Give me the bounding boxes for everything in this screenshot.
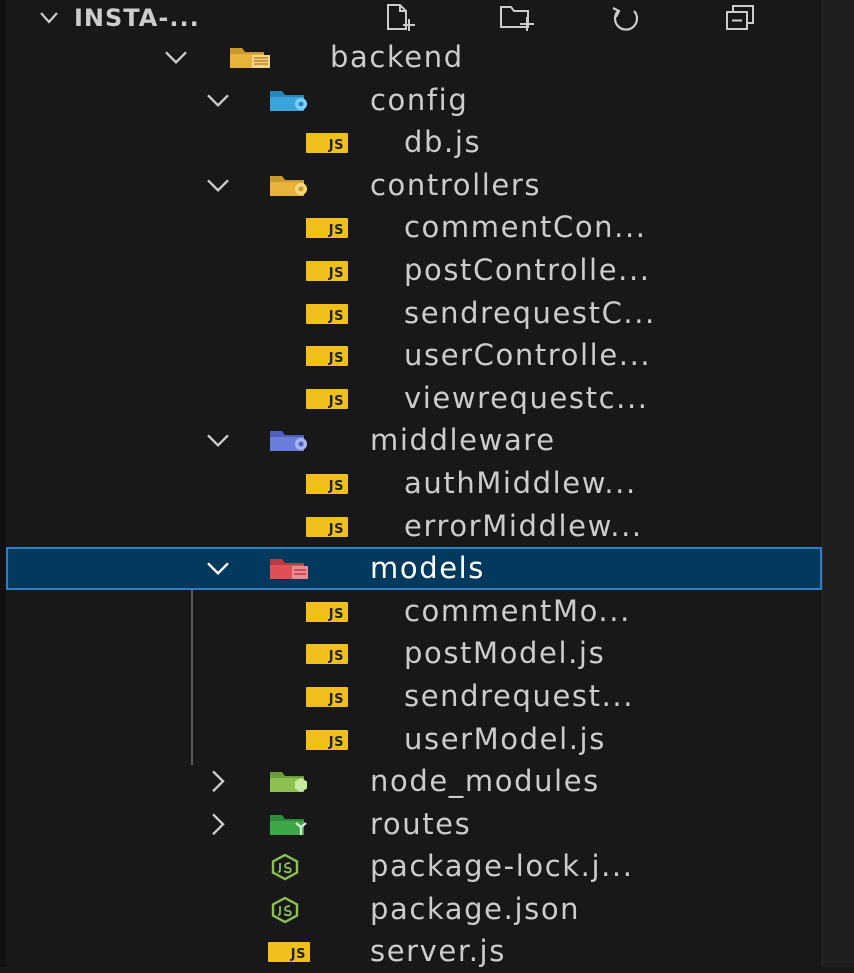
tree-item-label: postModel.js	[404, 636, 606, 671]
js-file-icon: JS	[306, 133, 348, 154]
tree-item-usercontroller[interactable]: JS userControlle...	[6, 334, 822, 377]
tree-item-label: postControlle...	[404, 252, 651, 287]
tree-item-commentmodel[interactable]: JS commentMo...	[6, 590, 822, 633]
tree-item-postcontroller[interactable]: JS postControlle...	[6, 249, 822, 292]
new-folder-icon	[500, 6, 534, 31]
tree-item-label: userControlle...	[404, 338, 652, 373]
tree-item-db-js[interactable]: JS db.js	[6, 121, 822, 164]
editor-edge	[822, 0, 854, 967]
tree-item-middleware[interactable]: middleware	[6, 419, 822, 462]
tree-item-controllers[interactable]: controllers	[6, 164, 822, 207]
tree-item-package-lock[interactable]: package-lock.j...	[6, 845, 822, 888]
tree-item-label: models	[370, 551, 486, 586]
js-file-icon: JS	[306, 260, 348, 281]
tree-item-label: middleware	[370, 423, 556, 458]
tree-item-usermodel[interactable]: JS userModel.js	[6, 718, 822, 761]
folder-controllers-icon	[270, 175, 307, 196]
tree-item-label: db.js	[404, 125, 482, 160]
collapse-all-button[interactable]	[720, 2, 760, 34]
chevron-down-icon[interactable]	[198, 547, 238, 590]
js-file-icon: JS	[306, 729, 348, 750]
new-file-icon	[387, 4, 415, 31]
tree-item-authmiddleware[interactable]: JS authMiddlew...	[6, 462, 822, 505]
collapse-all-icon	[726, 5, 754, 30]
refresh-button[interactable]	[606, 2, 646, 34]
tree-item-package-json[interactable]: package.json	[6, 888, 822, 931]
tree-item-label: controllers	[370, 167, 542, 202]
tree-item-label: commentMo...	[404, 593, 631, 628]
folder-middleware-icon	[270, 431, 307, 452]
folder-node-icon	[270, 772, 307, 793]
tree-item-viewrequestcontroller[interactable]: JS viewrequestc...	[6, 377, 822, 420]
tree-item-errormiddleware[interactable]: JS errorMiddlew...	[6, 505, 822, 548]
indent-guide	[191, 590, 193, 765]
explorer-section-header[interactable]: INSTA-...	[6, 0, 822, 40]
new-file-button[interactable]	[381, 2, 421, 34]
js-file-icon: JS	[306, 473, 348, 494]
tree-item-label: authMiddlew...	[404, 465, 637, 500]
nodejs-file-icon	[271, 896, 299, 924]
tree-item-label: node_modules	[370, 764, 600, 799]
nodejs-file-icon	[271, 853, 299, 881]
tree-item-label: viewrequestc...	[404, 380, 649, 415]
folder-models-icon	[270, 559, 308, 580]
chevron-down-icon[interactable]	[198, 164, 238, 207]
js-file-icon: JS	[306, 346, 348, 367]
tree-item-sendrequestcontroller[interactable]: JS sendrequestC...	[6, 292, 822, 335]
folder-routes-icon	[270, 814, 307, 835]
tree-item-backend[interactable]: backend	[6, 36, 822, 79]
chevron-down-icon[interactable]	[38, 10, 60, 26]
js-file-icon: JS	[268, 942, 310, 963]
chevron-down-icon[interactable]	[198, 419, 238, 462]
tree-item-label: sendrequestC...	[404, 295, 656, 330]
js-file-icon: JS	[306, 516, 348, 537]
js-file-icon: JS	[306, 303, 348, 324]
refresh-icon	[612, 7, 639, 31]
tree-item-label: package.json	[370, 891, 581, 926]
folder-open-icon	[230, 48, 270, 68]
chevron-right-icon[interactable]	[198, 803, 238, 846]
tree-item-commentcontroller[interactable]: JS commentCon...	[6, 206, 822, 249]
js-file-icon: JS	[306, 388, 348, 409]
new-folder-button[interactable]	[498, 2, 538, 34]
tree-item-sendrequestmodel[interactable]: JS sendrequest...	[6, 675, 822, 718]
chevron-down-icon[interactable]	[156, 36, 196, 79]
tree-item-label: package-lock.j...	[370, 849, 634, 884]
chevron-down-icon[interactable]	[198, 79, 238, 122]
tree-item-routes[interactable]: routes	[6, 803, 822, 846]
tree-item-models[interactable]: models	[6, 547, 822, 590]
chevron-right-icon[interactable]	[198, 760, 238, 803]
js-file-icon: JS	[306, 601, 348, 622]
tree-item-label: userModel.js	[404, 721, 606, 756]
tree-item-label: config	[370, 82, 469, 117]
tree-item-label: errorMiddlew...	[404, 508, 643, 543]
file-tree: backend config JS db.js controllers JS c…	[6, 36, 822, 973]
tree-item-node-modules[interactable]: node_modules	[6, 760, 822, 803]
tree-item-label: backend	[330, 40, 464, 74]
tree-item-postmodel[interactable]: JS postModel.js	[6, 632, 822, 675]
tree-item-label: routes	[370, 806, 472, 841]
tree-item-label: commentCon...	[404, 210, 647, 245]
tree-item-config[interactable]: config	[6, 79, 822, 122]
folder-config-icon	[270, 90, 307, 111]
section-title: INSTA-...	[74, 4, 200, 32]
tree-item-label: sendrequest...	[404, 678, 635, 713]
js-file-icon: JS	[306, 644, 348, 665]
js-file-icon: JS	[306, 686, 348, 707]
js-file-icon: JS	[306, 218, 348, 239]
